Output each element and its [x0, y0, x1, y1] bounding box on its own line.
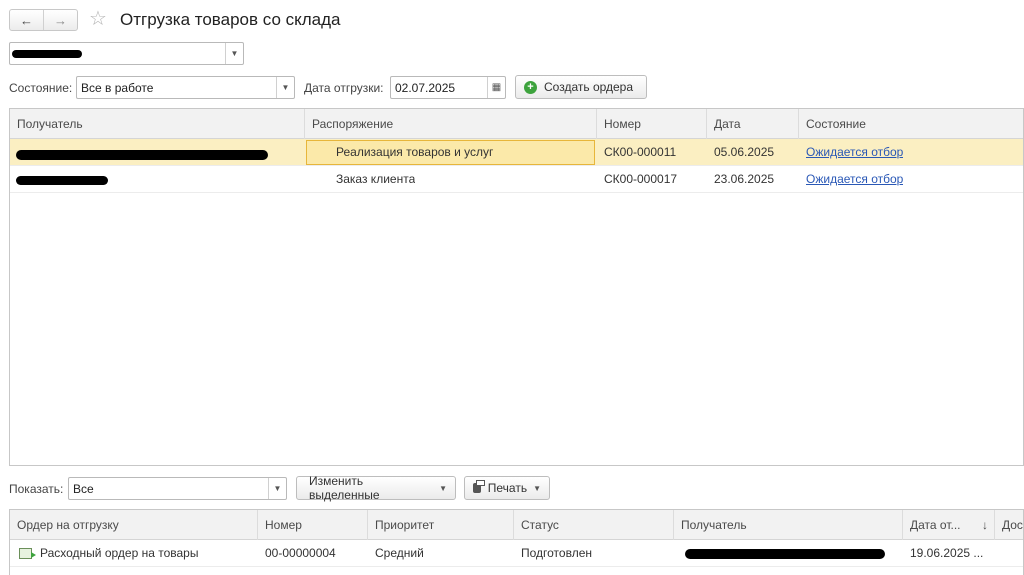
show-value: Все — [73, 482, 94, 496]
column-priority[interactable]: Приоритет — [368, 510, 514, 540]
change-selected-label: Изменить выделенные — [309, 474, 380, 502]
create-orders-button[interactable]: + Создать ордера — [515, 75, 647, 99]
arrow-right-icon: → — [54, 12, 67, 28]
star-icon[interactable]: ☆ — [89, 8, 107, 30]
shipment-order-cell: Расходный ордер на товары — [10, 540, 198, 567]
column-date[interactable]: Дата — [707, 109, 799, 139]
state-label: Состояние: — [9, 81, 73, 95]
state-link[interactable]: Ожидается отбор — [799, 166, 903, 193]
column-delivery[interactable]: Дос — [995, 510, 1023, 540]
date-cell: 05.06.2025 — [714, 145, 775, 159]
order-cell: Заказ клиента — [336, 172, 416, 186]
plus-icon: + — [524, 80, 537, 94]
date-cell: 19.06.2025 ... — [910, 546, 984, 560]
date-field[interactable]: 02.07.2025 ▦ — [390, 76, 506, 99]
column-number[interactable]: Номер — [597, 109, 707, 139]
warehouse-select[interactable]: ▼ — [9, 42, 244, 65]
number-cell: СК00-000011 — [604, 145, 677, 159]
number-cell: СК00-000017 — [604, 172, 678, 186]
date-label: Дата отгрузки: — [304, 81, 384, 95]
page-title: Отгрузка товаров со склада — [120, 10, 341, 29]
change-selected-button[interactable]: Изменить выделенные ▼ — [296, 474, 456, 502]
chevron-down-icon: ▼ — [439, 483, 447, 493]
priority-cell: Средний — [375, 546, 424, 560]
print-button[interactable]: Печать ▼ — [464, 476, 550, 500]
date-value: 02.07.2025 — [395, 81, 456, 95]
back-button[interactable]: ← — [10, 10, 43, 30]
column-status[interactable]: Статус — [514, 510, 674, 540]
calendar-icon[interactable]: ▦ — [487, 77, 505, 98]
state-link[interactable]: Ожидается отбор — [799, 139, 903, 166]
number-cell: 00-00000004 — [265, 546, 336, 560]
printer-icon — [473, 480, 485, 493]
status-cell: Подготовлен — [521, 546, 592, 560]
shipment-order-text: Расходный ордер на товары — [40, 546, 199, 560]
column-shipment-order[interactable]: Ордер на отгрузку — [10, 510, 258, 540]
orders-table: Получатель Распоряжение Номер Дата Состо… — [9, 108, 1024, 466]
order-cell[interactable]: Реализация товаров и услуг — [306, 140, 595, 165]
state-value: Все в работе — [81, 81, 154, 95]
column-order[interactable]: Распоряжение — [305, 109, 597, 139]
show-select[interactable]: Все ▼ — [68, 477, 287, 500]
table-row[interactable]: Расходный ордер на товары 00-00000004 Ср… — [10, 540, 1023, 567]
column-number[interactable]: Номер — [258, 510, 368, 540]
sort-desc-icon: ↓ — [982, 518, 988, 532]
column-recipient[interactable]: Получатель — [10, 109, 305, 139]
table-row[interactable]: Реализация товаров и услуг СК00-000011 0… — [10, 139, 1023, 166]
chevron-down-icon[interactable]: ▼ — [225, 43, 243, 64]
redacted-value — [12, 50, 82, 58]
redacted-recipient — [16, 176, 108, 185]
date-cell: 23.06.2025 — [714, 172, 775, 186]
document-icon — [19, 548, 36, 560]
show-label: Показать: — [9, 482, 64, 496]
redacted-recipient — [685, 549, 885, 559]
column-recipient[interactable]: Получатель — [674, 510, 903, 540]
table-row[interactable]: Заказ клиента СК00-000017 23.06.2025 Ожи… — [10, 166, 1023, 193]
column-state[interactable]: Состояние — [799, 109, 1023, 139]
chevron-down-icon[interactable]: ▼ — [276, 77, 294, 98]
shipments-table: Ордер на отгрузку Номер Приоритет Статус… — [9, 509, 1024, 575]
orders-table-header: Получатель Распоряжение Номер Дата Состо… — [10, 109, 1023, 139]
date-column-label: Дата от... — [910, 518, 961, 532]
state-select[interactable]: Все в работе ▼ — [76, 76, 295, 99]
chevron-down-icon[interactable]: ▼ — [268, 478, 286, 499]
forward-button[interactable]: → — [43, 10, 77, 30]
redacted-recipient — [16, 150, 268, 160]
chevron-down-icon: ▼ — [533, 483, 541, 493]
navigation-buttons: ← → — [9, 9, 78, 31]
create-orders-label: Создать ордера — [544, 80, 634, 94]
arrow-left-icon: ← — [20, 12, 33, 28]
print-label: Печать — [487, 481, 528, 495]
column-date[interactable]: Дата от... ↓ — [903, 510, 995, 540]
shipments-table-header: Ордер на отгрузку Номер Приоритет Статус… — [10, 510, 1023, 540]
